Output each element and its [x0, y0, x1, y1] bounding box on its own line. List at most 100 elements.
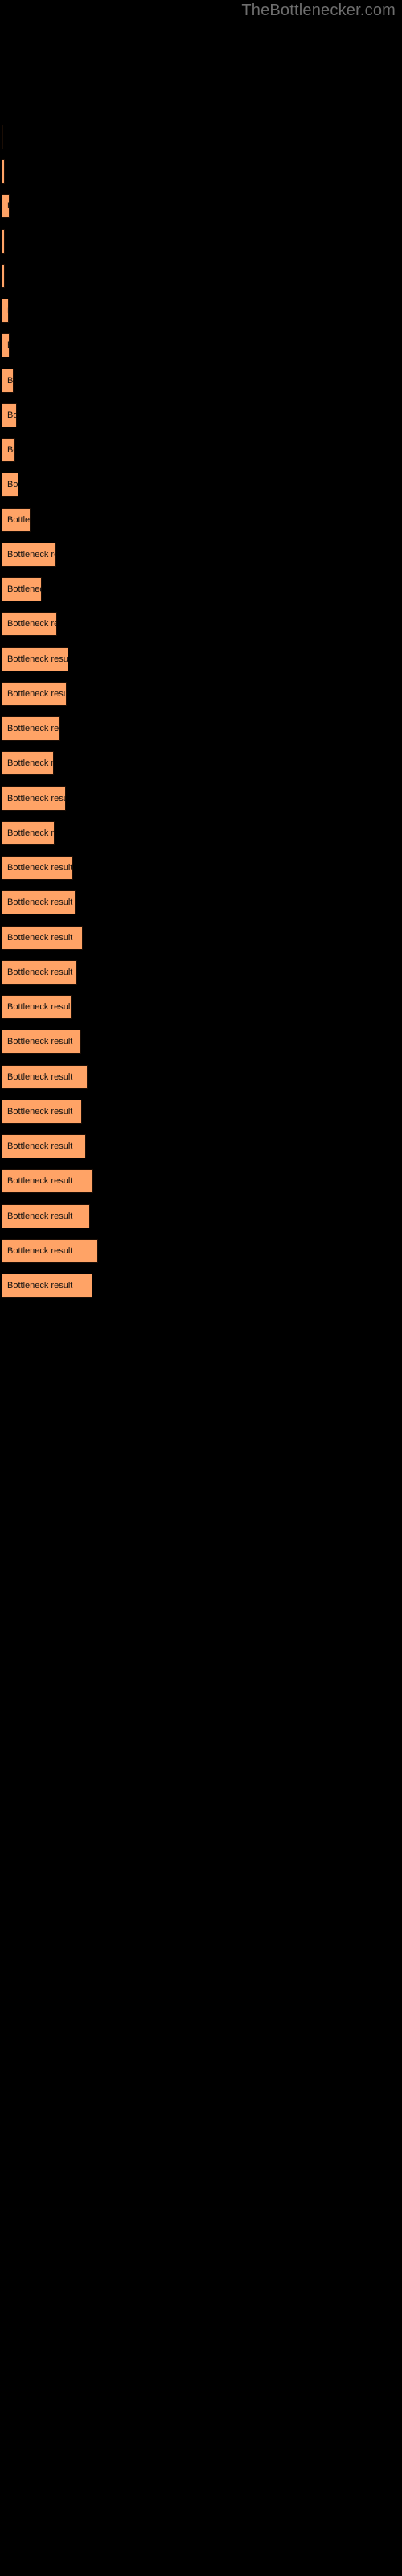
bar-label: Bottleneck result — [7, 445, 15, 455]
bar-label: Bottleneck result — [7, 515, 31, 525]
bar-row: Bottleneck result — [0, 612, 402, 636]
bar-row: Bottleneck result — [0, 1204, 402, 1228]
bar-row: Bottleneck result — [0, 333, 402, 357]
bar-label: Bottleneck result — [7, 550, 56, 559]
bar-label: Bottleneck result — [7, 1246, 73, 1256]
bar-clip: Bottleneck result — [2, 716, 60, 741]
bar[interactable]: Bottleneck result — [2, 1030, 81, 1054]
bar[interactable]: Bottleneck result — [2, 1204, 90, 1228]
bar-label: Bottleneck result — [7, 1002, 72, 1012]
bar-row: Bottleneck result — [0, 299, 402, 323]
bar[interactable]: Bottleneck result — [2, 438, 15, 462]
bar-row: Bottleneck result — [0, 1100, 402, 1124]
bar[interactable]: Bottleneck result — [2, 125, 3, 149]
bar[interactable]: Bottleneck result — [2, 1274, 92, 1298]
bar-clip: Bottleneck result — [2, 890, 76, 914]
bar-row: Bottleneck result — [0, 1274, 402, 1298]
bar-row: Bottleneck result — [0, 1239, 402, 1263]
bar[interactable]: Bottleneck result — [2, 1134, 86, 1158]
bar-clip: Bottleneck result — [2, 299, 9, 323]
bar-label: Bottleneck result — [7, 933, 73, 943]
bar[interactable]: Bottleneck result — [2, 333, 10, 357]
bar[interactable]: Bottleneck result — [2, 508, 31, 532]
bar[interactable]: Bottleneck result — [2, 1065, 88, 1089]
bar[interactable]: Bottleneck result — [2, 647, 68, 671]
bar[interactable]: Bottleneck result — [2, 751, 54, 775]
bar-clip: Bottleneck result — [2, 1065, 88, 1089]
bar-clip: Bottleneck result — [2, 786, 66, 811]
bar-label: Bottleneck result — [7, 1176, 73, 1186]
bar-clip: Bottleneck result — [2, 194, 10, 218]
bar-row: Bottleneck result — [0, 159, 402, 184]
bar-row: Bottleneck result — [0, 821, 402, 845]
bar[interactable]: Bottleneck result — [2, 960, 77, 985]
bar[interactable]: Bottleneck result — [2, 473, 18, 497]
bar-label: Bottleneck result — [7, 1072, 73, 1082]
bar[interactable]: Bottleneck result — [2, 229, 5, 254]
bar[interactable]: Bottleneck result — [2, 682, 67, 706]
bar-clip: Bottleneck result — [2, 1204, 90, 1228]
bar[interactable]: Bottleneck result — [2, 369, 14, 393]
bar[interactable]: Bottleneck result — [2, 159, 5, 184]
bar-row: Bottleneck result — [0, 995, 402, 1019]
bar-clip: Bottleneck result — [2, 856, 73, 880]
bar-row: Bottleneck result — [0, 1169, 402, 1193]
bar-label: Bottleneck result — [7, 411, 17, 420]
bar-row: Bottleneck result — [0, 403, 402, 427]
bar-row: Bottleneck result — [0, 716, 402, 741]
bar-clip: Bottleneck result — [2, 125, 3, 149]
bar-row: Bottleneck result — [0, 856, 402, 880]
bar-label: Bottleneck result — [7, 863, 73, 873]
bar-clip: Bottleneck result — [2, 647, 68, 671]
bar-clip: Bottleneck result — [2, 1030, 81, 1054]
bar-clip: Bottleneck result — [2, 403, 17, 427]
bar-clip: Bottleneck result — [2, 1239, 98, 1263]
bar-row: Bottleneck result — [0, 577, 402, 601]
bar-clip: Bottleneck result — [2, 821, 55, 845]
bar-label: Bottleneck result — [7, 584, 42, 594]
bar-clip: Bottleneck result — [2, 369, 14, 393]
bar-chart: TheBottlenecker.com Bottleneck resultBot… — [0, 0, 402, 2576]
bar[interactable]: Bottleneck result — [2, 821, 55, 845]
bar-label: Bottleneck result — [7, 1107, 73, 1117]
bar-clip: Bottleneck result — [2, 229, 5, 254]
bar-series: Bottleneck result Bottleneck result Bottle… — [0, 0, 402, 2576]
bar-clip: Bottleneck result — [2, 682, 67, 706]
bar-row: Bottleneck result — [0, 647, 402, 671]
bar-label: Bottleneck result — [7, 341, 10, 350]
bar-row: Bottleneck result — [0, 508, 402, 532]
bar[interactable]: Bottleneck result — [2, 716, 60, 741]
bar-row: Bottleneck result — [0, 194, 402, 218]
bar[interactable]: Bottleneck result — [2, 543, 56, 567]
bar-row: Bottleneck result — [0, 264, 402, 288]
bar-label: Bottleneck result — [7, 201, 10, 211]
bar[interactable]: Bottleneck result — [2, 1100, 82, 1124]
bar-label: Bottleneck result — [7, 1281, 73, 1290]
bar[interactable]: Bottleneck result — [2, 1169, 93, 1193]
bar[interactable]: Bottleneck result — [2, 926, 83, 950]
bar-row: Bottleneck result — [0, 473, 402, 497]
bar[interactable]: Bottleneck result — [2, 264, 5, 288]
bar[interactable]: Bottleneck result — [2, 995, 72, 1019]
bar-clip: Bottleneck result — [2, 333, 10, 357]
bar[interactable]: Bottleneck result — [2, 786, 66, 811]
bar-clip: Bottleneck result — [2, 960, 77, 985]
bar[interactable]: Bottleneck result — [2, 856, 73, 880]
bar-row: Bottleneck result — [0, 369, 402, 393]
bar-row: Bottleneck result — [0, 890, 402, 914]
bar-label: Bottleneck result — [7, 1141, 73, 1151]
bar[interactable]: Bottleneck result — [2, 890, 76, 914]
bar-clip: Bottleneck result — [2, 577, 42, 601]
bar[interactable]: Bottleneck result — [2, 194, 10, 218]
bar[interactable]: Bottleneck result — [2, 612, 57, 636]
bar[interactable]: Bottleneck result — [2, 403, 17, 427]
bar[interactable]: Bottleneck result — [2, 577, 42, 601]
bar-label: Bottleneck result — [7, 376, 14, 386]
bar[interactable]: Bottleneck result — [2, 1239, 98, 1263]
bar-clip: Bottleneck result — [2, 1169, 93, 1193]
bar-label: Bottleneck result — [7, 794, 66, 803]
bar[interactable]: Bottleneck result — [2, 299, 9, 323]
bar-clip: Bottleneck result — [2, 508, 31, 532]
bar-clip: Bottleneck result — [2, 473, 18, 497]
bar-clip: Bottleneck result — [2, 612, 57, 636]
